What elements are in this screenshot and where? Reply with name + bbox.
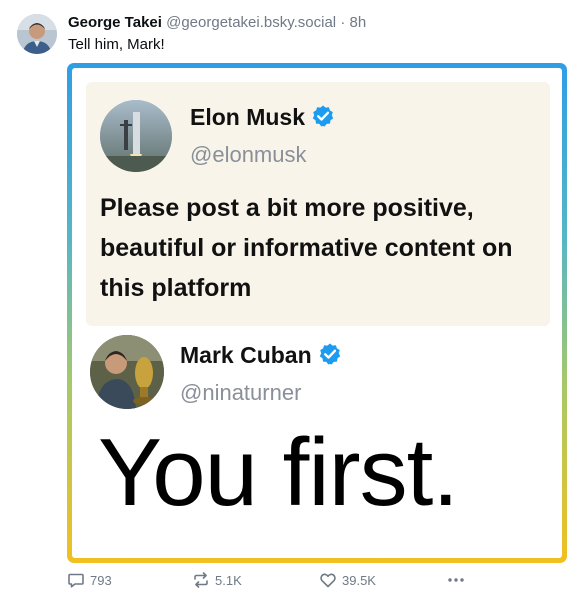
reply-text: You first.	[98, 419, 459, 526]
like-button[interactable]: 39.5K	[319, 570, 376, 590]
reply-author-avatar	[90, 335, 164, 409]
like-count: 39.5K	[342, 572, 376, 588]
author-handle[interactable]: @georgetakei.bsky.social	[166, 14, 336, 31]
quoted-author-avatar	[100, 100, 172, 172]
reply-author-name: Mark Cuban	[180, 342, 342, 372]
repost-count: 5.1K	[215, 572, 242, 588]
author-avatar[interactable]	[17, 14, 57, 54]
like-icon	[319, 571, 337, 589]
embedded-image[interactable]: Elon Musk @elonmusk Please post a bit mo…	[67, 63, 567, 563]
more-options-button[interactable]	[446, 570, 466, 590]
quoted-tweet-card: Elon Musk @elonmusk Please post a bit mo…	[86, 82, 550, 326]
reply-button[interactable]: 793	[67, 570, 112, 590]
author-display-name[interactable]: George Takei	[68, 14, 162, 31]
reply-author-name-text: Mark Cuban	[180, 342, 312, 368]
quoted-author-name: Elon Musk	[190, 104, 335, 134]
reply-author-handle: @ninaturner	[180, 380, 302, 405]
meme-image: Elon Musk @elonmusk Please post a bit mo…	[72, 68, 562, 558]
repost-button[interactable]: 5.1K	[192, 570, 242, 590]
reply-icon	[67, 571, 85, 589]
more-options-icon	[446, 571, 466, 589]
reply-count: 793	[90, 572, 112, 588]
post-text: Tell him, Mark!	[68, 36, 165, 53]
verified-badge-icon	[318, 342, 342, 372]
repost-icon	[192, 571, 210, 589]
post-action-bar: 793 5.1K 39.5K	[0, 570, 582, 592]
post-header: George Takei @georgetakei.bsky.social · …	[68, 14, 366, 32]
header-separator: ·	[340, 14, 346, 31]
feed-post[interactable]: George Takei @georgetakei.bsky.social · …	[0, 0, 582, 604]
quoted-author-handle: @elonmusk	[190, 142, 307, 167]
post-timestamp[interactable]: 8h	[350, 14, 367, 31]
verified-badge-icon	[311, 104, 335, 134]
quoted-tweet-text: Please post a bit more positive, beautif…	[100, 194, 513, 302]
quoted-author-name-text: Elon Musk	[190, 104, 306, 130]
